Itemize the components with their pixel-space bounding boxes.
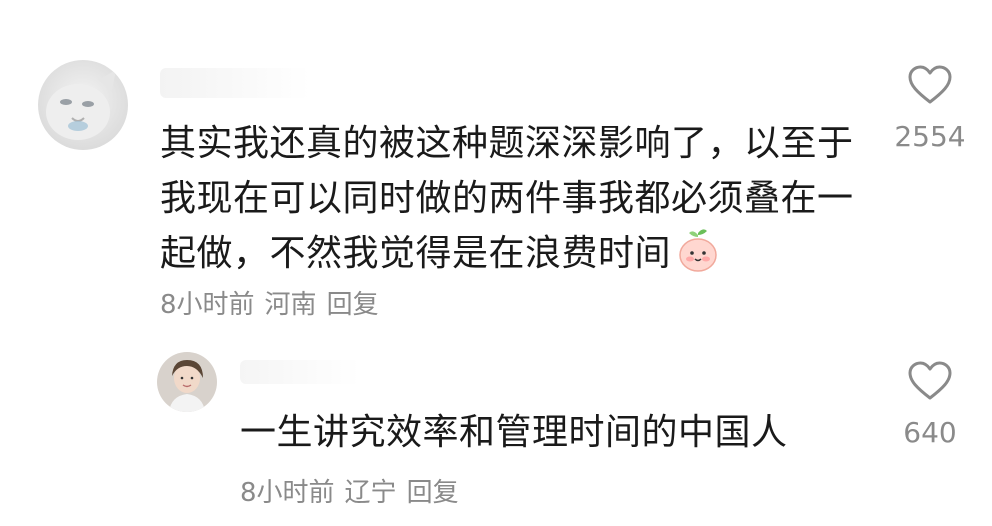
peach-face-emoji-icon bbox=[679, 229, 717, 272]
cat-avatar-image bbox=[38, 60, 128, 150]
heart-icon bbox=[908, 65, 952, 104]
reply-location: 辽宁 bbox=[344, 478, 397, 508]
heart-icon bbox=[908, 361, 952, 400]
reply-like-count: 640 bbox=[903, 416, 957, 449]
reply-username-redacted[interactable] bbox=[240, 360, 360, 384]
reply-avatar[interactable] bbox=[157, 352, 217, 412]
like-button[interactable]: 2554 bbox=[890, 64, 970, 153]
comment-thread: 其实我还真的被这种题深深影响了，以至于我现在可以同时做的两件事我都必须叠在一起做… bbox=[0, 0, 992, 526]
reply-reply-button[interactable]: 回复 bbox=[407, 478, 459, 508]
like-count: 2554 bbox=[894, 120, 966, 153]
reply-button[interactable]: 回复 bbox=[327, 290, 379, 320]
comment-meta: 8小时前 河南 回复 bbox=[160, 284, 389, 321]
reply-text: 一生讲究效率和管理时间的中国人 bbox=[240, 412, 788, 453]
comment-text: 其实我还真的被这种题深深影响了，以至于我现在可以同时做的两件事我都必须叠在一起做… bbox=[160, 123, 854, 274]
reply-time: 8小时前 bbox=[240, 478, 335, 508]
comment-location: 河南 bbox=[264, 290, 317, 320]
reply-like-button[interactable]: 640 bbox=[890, 360, 970, 449]
avatar[interactable] bbox=[38, 60, 128, 150]
comment-body: 其实我还真的被这种题深深影响了，以至于我现在可以同时做的两件事我都必须叠在一起做… bbox=[160, 116, 860, 281]
username-redacted[interactable] bbox=[160, 68, 310, 98]
reply-meta: 8小时前 辽宁 回复 bbox=[240, 472, 469, 509]
comment-time: 8小时前 bbox=[160, 290, 255, 320]
person-avatar-image bbox=[157, 352, 217, 412]
